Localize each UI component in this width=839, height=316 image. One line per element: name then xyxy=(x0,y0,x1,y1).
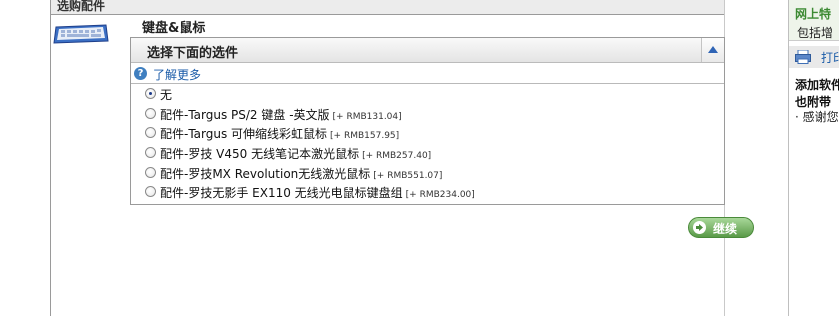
left-divider xyxy=(50,0,51,316)
options-panel-title: 选择下面的选件 xyxy=(147,46,239,61)
option-label: 配件-罗技无影手 EX110 无线光电鼠标键盘组 [+ RMB234.00] xyxy=(160,186,475,200)
option-label: 配件-罗技MX Revolution无线激光鼠标 [+ RMB551.07] xyxy=(160,167,443,181)
sidebar-heading: 网上特 xyxy=(795,7,832,21)
keyboard-icon xyxy=(52,21,110,47)
continue-button[interactable]: 继续 xyxy=(688,217,754,238)
option-radio[interactable] xyxy=(145,186,156,197)
help-icon[interactable]: ? xyxy=(134,67,147,80)
triangle-up-icon xyxy=(708,46,718,53)
option-label: 无 xyxy=(160,88,173,102)
option-radio[interactable] xyxy=(145,167,156,178)
sidebar-header: 网上特 包括增 xyxy=(789,0,839,41)
sidebar-add-software-title: 添加软件 xyxy=(795,78,839,92)
sidebar-thanks-text: · 感谢您 xyxy=(795,110,839,124)
continue-label: 继续 xyxy=(713,222,738,236)
category-title: 键盘&鼠标 xyxy=(142,21,206,36)
options-panel-header: 选择下面的选件 xyxy=(131,38,724,63)
print-link-row[interactable]: 打印 xyxy=(789,46,839,68)
option-radio[interactable] xyxy=(145,88,156,99)
option-radio[interactable] xyxy=(145,127,156,138)
section-header-band xyxy=(51,0,724,15)
option-radio[interactable] xyxy=(145,147,156,158)
print-link[interactable]: 打印 xyxy=(821,49,839,66)
section-title: 选购配件 xyxy=(57,0,106,13)
option-label: 配件-Targus PS/2 键盘 -英文版 [+ RMB131.04] xyxy=(160,108,402,122)
arrow-right-icon xyxy=(693,221,706,234)
learn-more-row: ? 了解更多 xyxy=(131,65,724,84)
options-panel: 选择下面的选件 ? 了解更多 无 配件-Targus PS/2 键盘 -英文版[… xyxy=(130,37,725,205)
printer-icon xyxy=(795,50,811,64)
learn-more-link[interactable]: 了解更多 xyxy=(153,66,201,83)
right-sidebar: 网上特 包括增 打印 添加软件 也附带 · 感谢您 xyxy=(788,0,839,316)
collapse-button[interactable] xyxy=(701,38,724,62)
sidebar-subheading: 包括增 xyxy=(797,26,834,40)
option-label: 配件-罗技 V450 无线笔记本激光鼠标 [+ RMB257.40] xyxy=(160,147,432,161)
option-label: 配件-Targus 可伸缩线彩虹鼠标 [+ RMB157.95] xyxy=(160,127,400,141)
option-radio[interactable] xyxy=(145,108,156,119)
